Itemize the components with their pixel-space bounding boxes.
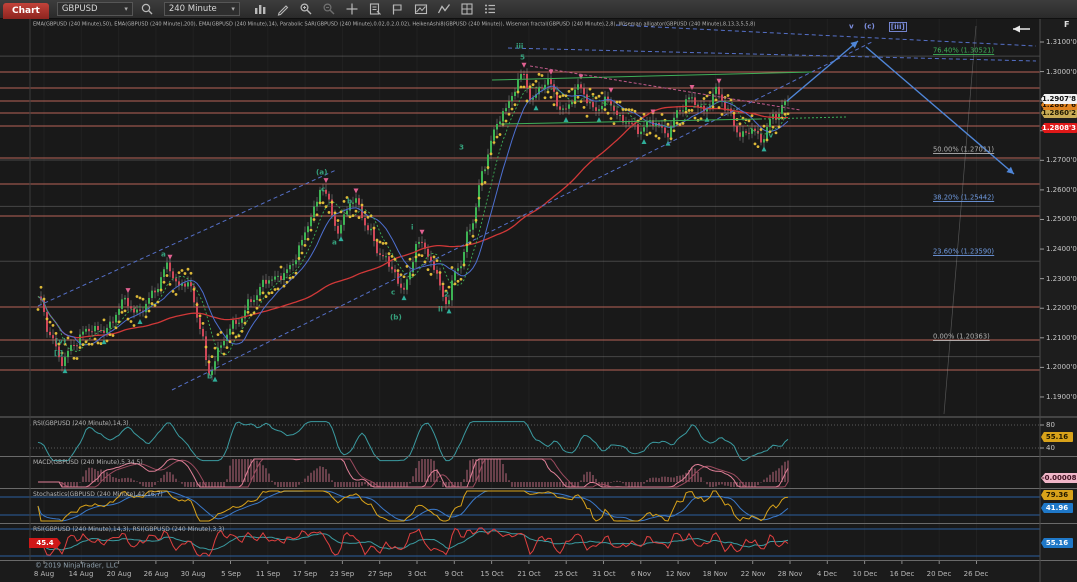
crosshair-icon[interactable] [344, 2, 361, 17]
chevron-down-icon: ▾ [231, 5, 235, 13]
chart-canvas[interactable] [0, 0, 1077, 582]
zoom-in-icon[interactable] [298, 2, 315, 17]
search-icon[interactable] [139, 2, 156, 17]
zoom-out-icon[interactable] [321, 2, 338, 17]
price-axis[interactable] [1040, 19, 1077, 560]
indicators-icon[interactable] [436, 2, 453, 17]
chevron-down-icon: ▾ [124, 5, 128, 13]
instrument-value: GBPUSD [62, 4, 98, 14]
properties-icon[interactable] [482, 2, 499, 17]
grid-icon[interactable] [459, 2, 476, 17]
chart-tab[interactable]: Chart [3, 3, 49, 19]
chart-style-icon[interactable] [252, 2, 269, 17]
interval-value: 240 Minute [169, 4, 217, 14]
date-axis[interactable] [0, 561, 1040, 582]
instrument-select[interactable]: GBPUSD ▾ [57, 2, 133, 16]
chart-window: EMA(GBPUSD (240 Minute),50), EMA(GBPUSD … [0, 0, 1077, 582]
interval-select[interactable]: 240 Minute ▾ [164, 2, 240, 16]
data-box-icon[interactable] [367, 2, 384, 17]
drawing-tools-icon[interactable] [275, 2, 292, 17]
alerts-icon[interactable] [390, 2, 407, 17]
toolbar: Chart GBPUSD ▾ 240 Minute ▾ [0, 0, 1077, 19]
snapshot-icon[interactable] [413, 2, 430, 17]
